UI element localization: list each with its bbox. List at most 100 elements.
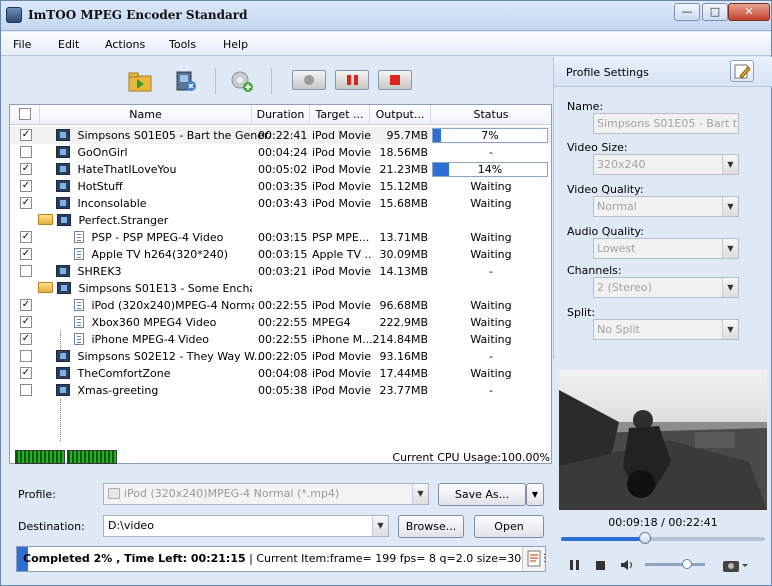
table-row[interactable]: ✓ TheComfortZone 00:04:08 iPod Movie 17.44M…	[10, 365, 551, 382]
row-checkbox[interactable]: ✓	[20, 248, 32, 260]
remove-button[interactable]	[171, 68, 201, 94]
table-row[interactable]: SHREK3 00:03:21 iPod Movie 14.13MB -	[10, 263, 551, 280]
col-duration[interactable]: Duration	[252, 105, 310, 125]
edit-profile-button[interactable]	[730, 60, 754, 82]
video-quality-select[interactable]: Normal ▼	[593, 196, 739, 217]
row-checkbox[interactable]: ✓	[20, 197, 32, 209]
row-checkbox[interactable]: ✓	[20, 231, 32, 243]
video-size-select[interactable]: 320x240 ▼	[593, 154, 739, 175]
log-button[interactable]	[522, 547, 544, 571]
record-button[interactable]	[292, 70, 326, 90]
chevron-down-icon[interactable]: ▼	[722, 239, 738, 258]
table-row[interactable]: ✓ HateThatILoveYou 00:05:02 iPod Movie 21.2…	[10, 161, 551, 178]
maximize-button[interactable]: □	[702, 3, 728, 21]
table-row[interactable]: ✓ iPhone MPEG-4 Video 00:22:55 iPhone M...…	[10, 331, 551, 348]
add-files-button[interactable]	[125, 68, 155, 94]
menu-file[interactable]: File	[13, 38, 31, 51]
browse-button[interactable]: Browse...	[398, 515, 464, 538]
select-all-checkbox[interactable]	[19, 108, 31, 120]
menu-edit[interactable]: Edit	[58, 38, 79, 51]
table-row[interactable]: ✓ PSP - PSP MPEG-4 Video 00:03:15 PSP MPE.…	[10, 229, 551, 246]
row-name: iPhone MPEG-4 Video	[74, 331, 254, 348]
row-status: Waiting	[470, 367, 512, 380]
stop-icon	[390, 75, 400, 85]
row-name-text: Inconsolable	[74, 197, 147, 210]
row-output	[370, 280, 428, 297]
row-target	[312, 212, 372, 229]
table-row[interactable]: Perfect.Stranger	[10, 212, 551, 229]
split-select[interactable]: No Split ▼	[593, 319, 739, 340]
row-checkbox[interactable]	[20, 265, 32, 277]
video-file-icon	[56, 367, 70, 379]
row-checkbox[interactable]: ✓	[20, 163, 32, 175]
select-all-cell[interactable]	[10, 105, 40, 125]
pause-button[interactable]	[335, 70, 369, 90]
chevron-down-icon[interactable]: ▼	[372, 516, 388, 536]
row-duration: 00:03:35	[258, 180, 308, 193]
speaker-icon	[621, 560, 632, 570]
add-files-icon	[128, 72, 152, 92]
table-row[interactable]: ✓ Simpsons S01E05 - Bart the General 00:2…	[10, 127, 551, 144]
table-row[interactable]: Simpsons S01E13 - Some Enchan...	[10, 280, 551, 297]
name-input[interactable]: Simpsons S01E05 - Bart the Ge	[593, 113, 739, 134]
menu-tools[interactable]: Tools	[169, 38, 196, 51]
player-stop-button[interactable]	[593, 557, 609, 576]
row-name: Xmas-greeting	[56, 382, 270, 399]
col-name[interactable]: Name	[40, 105, 252, 125]
audio-quality-select[interactable]: Lowest ▼	[593, 238, 739, 259]
table-row[interactable]: Xmas-greeting 00:05:38 iPod Movie 23.77MB -	[10, 382, 551, 399]
row-checkbox[interactable]: ✓	[20, 129, 32, 141]
title-bar[interactable]: ImTOO MPEG Encoder Standard — □ ✕	[1, 1, 771, 31]
minimize-button[interactable]: —	[674, 3, 700, 21]
snapshot-button[interactable]	[721, 557, 749, 576]
close-button[interactable]: ✕	[728, 3, 770, 21]
table-row[interactable]: ✓ HotStuff 00:03:35 iPod Movie 15.12MB Waiti…	[10, 178, 551, 195]
menu-actions[interactable]: Actions	[105, 38, 145, 51]
save-as-button[interactable]: Save As...	[438, 483, 526, 506]
table-row[interactable]: ✓ Apple TV h264(320*240) 00:03:15 Apple TV…	[10, 246, 551, 263]
table-row[interactable]: ✓ Inconsolable 00:03:43 iPod Movie 15.68MB W…	[10, 195, 551, 212]
toolbar-separator	[215, 68, 216, 94]
destination-input[interactable]: D:\video ▼	[103, 515, 389, 537]
stop-button[interactable]	[378, 70, 412, 90]
menu-help[interactable]: Help	[223, 38, 248, 51]
volume-handle[interactable]	[682, 559, 692, 569]
col-output[interactable]: Output...	[370, 105, 431, 125]
file-list-pane: Name Duration Target ... Output... Statu…	[9, 58, 552, 473]
channels-select[interactable]: 2 (Stereo) ▼	[593, 277, 739, 298]
save-as-dropdown[interactable]: ▼	[526, 483, 544, 506]
row-name: Apple TV h264(320*240)	[74, 246, 254, 263]
seek-handle[interactable]	[638, 532, 651, 544]
row-checkbox[interactable]: ✓	[20, 180, 32, 192]
chevron-down-icon[interactable]: ▼	[412, 484, 428, 504]
chevron-down-icon[interactable]: ▼	[722, 278, 738, 297]
open-button[interactable]: Open	[474, 515, 544, 538]
volume-slider[interactable]	[645, 559, 705, 569]
add-profile-button[interactable]	[227, 68, 257, 94]
chevron-down-icon[interactable]: ▼	[722, 155, 738, 174]
row-checkbox[interactable]	[20, 384, 32, 396]
row-checkbox[interactable]: ✓	[20, 367, 32, 379]
play-pause-button[interactable]	[567, 557, 583, 576]
table-row[interactable]: GoOnGirl 00:04:24 iPod Movie 18.56MB -	[10, 144, 551, 161]
profile-select[interactable]: iPod (320x240)MPEG-4 Normal (*.mp4) ▼	[103, 483, 429, 505]
row-checkbox[interactable]: ✓	[20, 299, 32, 311]
mute-button[interactable]	[619, 557, 637, 576]
col-target[interactable]: Target ...	[310, 105, 370, 125]
seek-slider[interactable]	[561, 532, 765, 544]
chevron-down-icon[interactable]: ▼	[722, 320, 738, 339]
table-row[interactable]: ✓ iPod (320x240)MPEG-4 Normal 00:22:55 iPo…	[10, 297, 551, 314]
row-output: 13.71MB	[379, 231, 428, 244]
row-checkbox[interactable]	[20, 350, 32, 362]
row-checkbox[interactable]: ✓	[20, 316, 32, 328]
row-checkbox[interactable]: ✓	[20, 333, 32, 345]
channels-value: 2 (Stereo)	[597, 281, 652, 294]
table-row[interactable]: Simpsons S02E12 - They Way W... 00:22:05 i…	[10, 348, 551, 365]
video-preview	[559, 370, 767, 510]
channels-label: Channels:	[567, 264, 622, 277]
row-checkbox[interactable]	[20, 146, 32, 158]
chevron-down-icon[interactable]: ▼	[722, 197, 738, 216]
col-status[interactable]: Status	[431, 105, 551, 125]
row-target: iPod Movie	[312, 299, 372, 312]
table-row[interactable]: ✓ Xbox360 MPEG4 Video 00:22:55 MPEG4 222.9M…	[10, 314, 551, 331]
